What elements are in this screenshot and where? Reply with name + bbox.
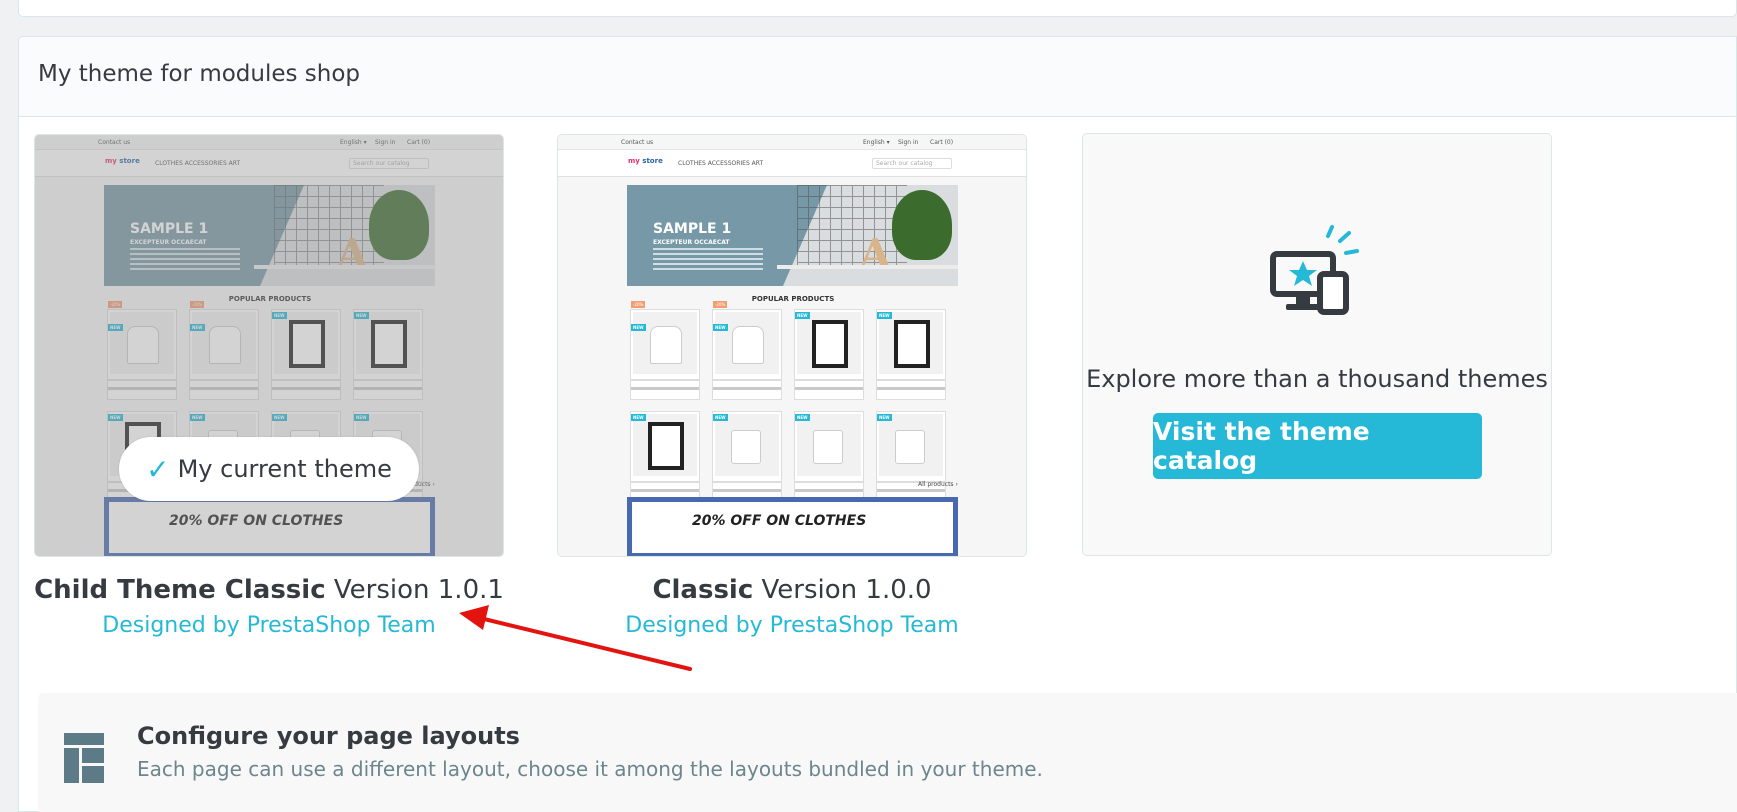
- preview-logo: my store: [628, 157, 663, 165]
- preview-cart: Cart (0): [930, 139, 954, 146]
- previous-panel: [18, 0, 1737, 17]
- preview-slide-title: SAMPLE 1: [653, 221, 732, 237]
- preview-popular: POPULAR PRODUCTS: [751, 295, 835, 303]
- panel-title: My theme for modules shop: [38, 61, 361, 87]
- layouts-description: Each page can use a different layout, ch…: [137, 757, 1043, 781]
- monitor-star-icon: [1270, 225, 1359, 315]
- catalog-text: Explore more than a thousand themes: [1086, 365, 1548, 393]
- theme-name-line: Classic Version 1.0.0: [557, 575, 1027, 605]
- theme-name: Classic: [652, 575, 754, 605]
- panel-header: My theme for modules shop: [19, 37, 1736, 117]
- preview-search: Search our catalog: [876, 160, 933, 167]
- theme-name-line: Child Theme Classic Version 1.0.1: [34, 575, 504, 605]
- page-layouts-card[interactable]: Configure your page layouts Each page ca…: [38, 693, 1737, 812]
- preview-language: English ▾: [863, 139, 890, 146]
- preview-contact: Contact us: [621, 139, 654, 146]
- theme-version: Version 1.0.1: [333, 575, 504, 605]
- preview-all-products: All products ›: [918, 481, 958, 488]
- current-theme-badge: ✓ My current theme: [119, 437, 419, 501]
- layouts-title: Configure your page layouts: [137, 722, 520, 750]
- visit-theme-catalog-button[interactable]: Visit the theme catalog: [1153, 413, 1482, 479]
- current-theme-label: My current theme: [177, 455, 392, 483]
- check-icon: ✓: [146, 452, 170, 486]
- theme-preview[interactable]: Contact us English ▾ Sign in Cart (0) my…: [557, 134, 1027, 557]
- theme-author-link[interactable]: Designed by PrestaShop Team: [34, 613, 504, 638]
- layout-grid-icon: [64, 733, 104, 783]
- preview-signin: Sign in: [898, 139, 919, 146]
- store-preview-image: Contact us English ▾ Sign in Cart (0) my…: [558, 135, 1026, 556]
- theme-catalog-card: Explore more than a thousand themes Visi…: [1082, 133, 1552, 556]
- theme-name: Child Theme Classic: [34, 575, 326, 605]
- theme-preview[interactable]: Contact us English ▾ Sign in Cart (0) my…: [34, 134, 504, 557]
- theme-version: Version 1.0.0: [761, 575, 932, 605]
- preview-menu: CLOTHES ACCESSORIES ART: [678, 160, 764, 167]
- preview-promo: 20% OFF ON CLOTHES: [692, 513, 867, 529]
- theme-author-link[interactable]: Designed by PrestaShop Team: [557, 613, 1027, 638]
- preview-slide-sub: EXCEPTEUR OCCAECAT: [653, 239, 730, 246]
